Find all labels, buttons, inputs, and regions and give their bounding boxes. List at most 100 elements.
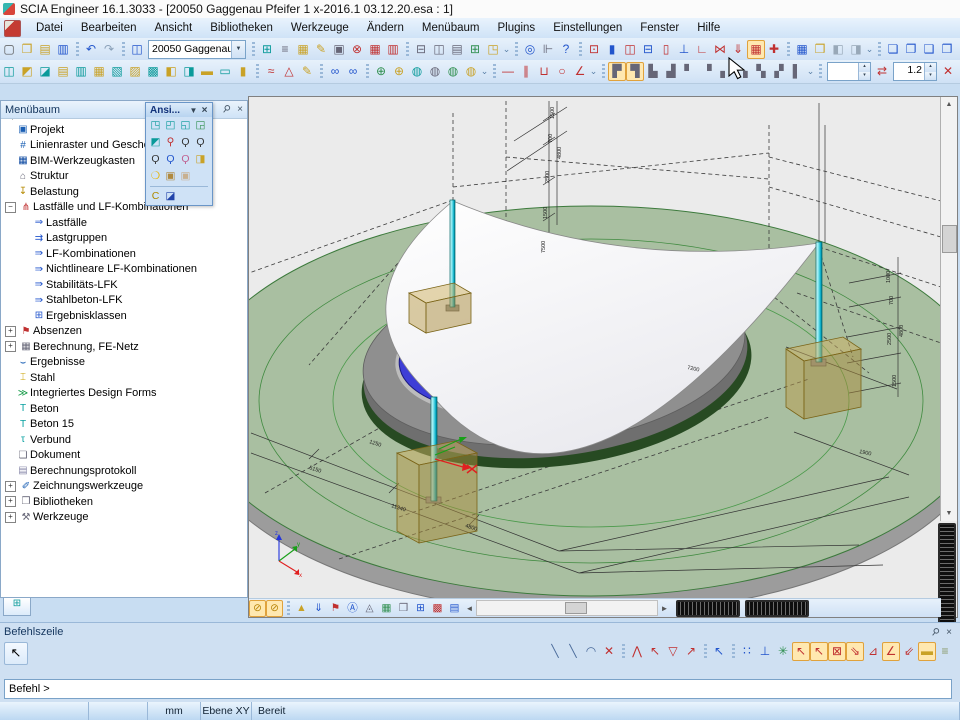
print-preview-icon[interactable]: ◫ [430,40,448,59]
walk-mode-icon[interactable]: ⚲ [163,135,178,150]
window-close-icon[interactable]: ❒ [938,40,956,59]
select-mode-button[interactable]: ↖ [4,642,28,665]
view-y-icon[interactable]: ◰ [163,118,178,133]
horizontal-scrollbar[interactable] [476,600,658,616]
offset-icon[interactable]: ▥ [72,62,90,81]
names-display-icon[interactable]: Ⓐ [344,600,361,617]
modify-geom-icon[interactable]: ✎ [298,62,316,81]
select-cursor-icon[interactable]: ↖ [710,642,728,661]
tree-item-zeichnungswerkzeuge[interactable]: +✐Zeichnungswerkzeuge [1,479,247,495]
table-save-icon[interactable]: ▦ [793,40,811,59]
menu-datei[interactable]: Datei [27,18,72,38]
combo-dropdown-icon[interactable]: ▼ [231,41,245,58]
labels-display-icon[interactable]: ⚑ [327,600,344,617]
view-z-icon[interactable]: ◱ [178,118,193,133]
menu-ansicht[interactable]: Ansicht [145,18,201,38]
redo-icon[interactable]: ↷ [100,40,118,59]
scale-swap-icon[interactable]: ⇄ [873,62,891,81]
view-11-icon[interactable]: ▌ [788,62,806,81]
view-rotation-slider-a[interactable] [676,600,740,617]
tree-item-berechnung-fe-netz[interactable]: +▦Berechnung, FE-Netz [1,339,247,355]
tree-item-bibliotheken[interactable]: +❒Bibliotheken [1,494,247,510]
cross-link-icon[interactable]: ⋈ [711,40,729,59]
info-icon[interactable]: ? [557,40,575,59]
snap-mid-icon[interactable]: ╲ [564,642,582,661]
tree-item-dokument[interactable]: ❏Dokument [1,448,247,464]
save-icon[interactable]: ▥ [54,40,72,59]
snap-vertex-icon[interactable]: ⋀ [628,642,646,661]
polygon-icon[interactable]: △ [280,62,298,81]
menu-ändern[interactable]: Ändern [358,18,413,38]
polyline-icon[interactable]: ≈ [262,62,280,81]
menu-hilfe[interactable]: Hilfe [688,18,729,38]
table-input-icon[interactable]: ▦ [366,40,384,59]
zoom-all-icon[interactable]: Ϙ [163,152,178,167]
snap-arc-icon[interactable]: ◠ [582,642,600,661]
snap-angle-icon[interactable]: ∠ [882,642,900,661]
tree-item-berechnungsprotokoll[interactable]: ▤Berechnungsprotokoll [1,463,247,479]
tree-item-stahlbeton-lfk[interactable]: ⇛Stahlbeton-LFK [1,293,247,309]
snap-tangent-icon[interactable]: ⇘ [846,642,864,661]
snap-length-icon[interactable]: ▬ [918,642,936,661]
spinner-arrows[interactable]: ▴▾ [858,63,870,80]
expand-icon[interactable]: + [5,481,16,492]
zoom-selection-icon[interactable]: Ϙ [178,152,193,167]
zoom-in-icon[interactable]: Ϙ [178,135,193,150]
scroll-up-icon[interactable]: ▲ [941,97,957,112]
open-icon[interactable]: ❒ [18,40,36,59]
view-10-icon[interactable]: ▞ [770,62,788,81]
close-icon[interactable]: × [199,105,210,116]
dim-angle-icon[interactable]: ∠ [571,62,589,81]
scale-spinner[interactable]: ▴▾ [827,62,871,81]
snap-dir-icon[interactable]: ↗ [682,642,700,661]
volumes-display-icon[interactable]: ❒ [395,600,412,617]
snap-intersection-icon[interactable]: ⊠ [828,642,846,661]
window-new-icon[interactable]: ❏ [884,40,902,59]
system-line-icon[interactable]: ▩ [144,62,162,81]
overflow-chevron-icon[interactable]: ⌄ [502,41,511,58]
mesh-icon[interactable]: ▦ [747,40,765,59]
member-2d-icon[interactable]: ◫ [621,40,639,59]
snap-point-icon[interactable]: ✳ [774,642,792,661]
chevron-down-icon[interactable]: ▼ [188,106,199,115]
expand-icon[interactable]: + [5,326,16,337]
snap-endpoint-icon[interactable]: ↖ [792,642,810,661]
binocular-1-icon[interactable]: ∞ [326,62,344,81]
command-input[interactable]: Befehl > [4,679,952,699]
overflow-chevron-icon[interactable]: ⌄ [480,63,489,80]
view-2-icon[interactable]: ▜ [626,62,644,81]
accel-3-icon[interactable]: ◍ [408,62,426,81]
document-icon[interactable]: ▤ [448,40,466,59]
overflow-chevron-icon[interactable]: ⌄ [589,63,598,80]
numbers-display-icon[interactable]: ⊞ [412,600,429,617]
opening-icon[interactable]: ◨ [180,62,198,81]
menu-einstellungen[interactable]: Einstellungen [544,18,631,38]
shading-icon[interactable]: ⊘ [266,600,283,617]
cut-icon[interactable]: ✕ [939,62,957,81]
tree-item-beton[interactable]: ΤBeton [1,401,247,417]
render-display-icon[interactable]: ◬ [361,600,378,617]
paste-icon[interactable]: ▣ [330,40,348,59]
menu-plugins[interactable]: Plugins [488,18,544,38]
expand-icon[interactable]: + [5,496,16,507]
hinge-icon[interactable]: ∟ [693,40,711,59]
axes-display-icon[interactable]: ▲ [293,600,310,617]
measure-icon[interactable]: ⊩ [539,40,557,59]
snap-ortho-icon[interactable]: ⊥ [756,642,774,661]
column-icon[interactable]: ▯ [657,40,675,59]
visibility-a-icon[interactable]: ◧ [829,40,847,59]
snap-grid-icon[interactable]: ∷ [738,642,756,661]
vertical-scrollbar[interactable]: ▲ ▼ [940,97,957,521]
scroll-down-icon[interactable]: ▼ [941,506,957,521]
view-3-icon[interactable]: ▙ [644,62,662,81]
menu-menübaum[interactable]: Menübaum [413,18,489,38]
tree-item-ergebnisse[interactable]: ⌣Ergebnisse [1,355,247,371]
clip-box-icon[interactable]: ▣ [163,169,178,184]
spinner-arrows[interactable]: ▴▾ [924,63,936,80]
snap-delete-icon[interactable]: ✕ [600,642,618,661]
support-icon[interactable]: ⊥ [675,40,693,59]
search-icon[interactable]: ◎ [521,40,539,59]
export-icon[interactable]: ⊞ [466,40,484,59]
tree-item-werkzeuge[interactable]: +⚒Werkzeuge [1,510,247,526]
overflow-chevron-icon[interactable]: ⌄ [806,63,815,80]
